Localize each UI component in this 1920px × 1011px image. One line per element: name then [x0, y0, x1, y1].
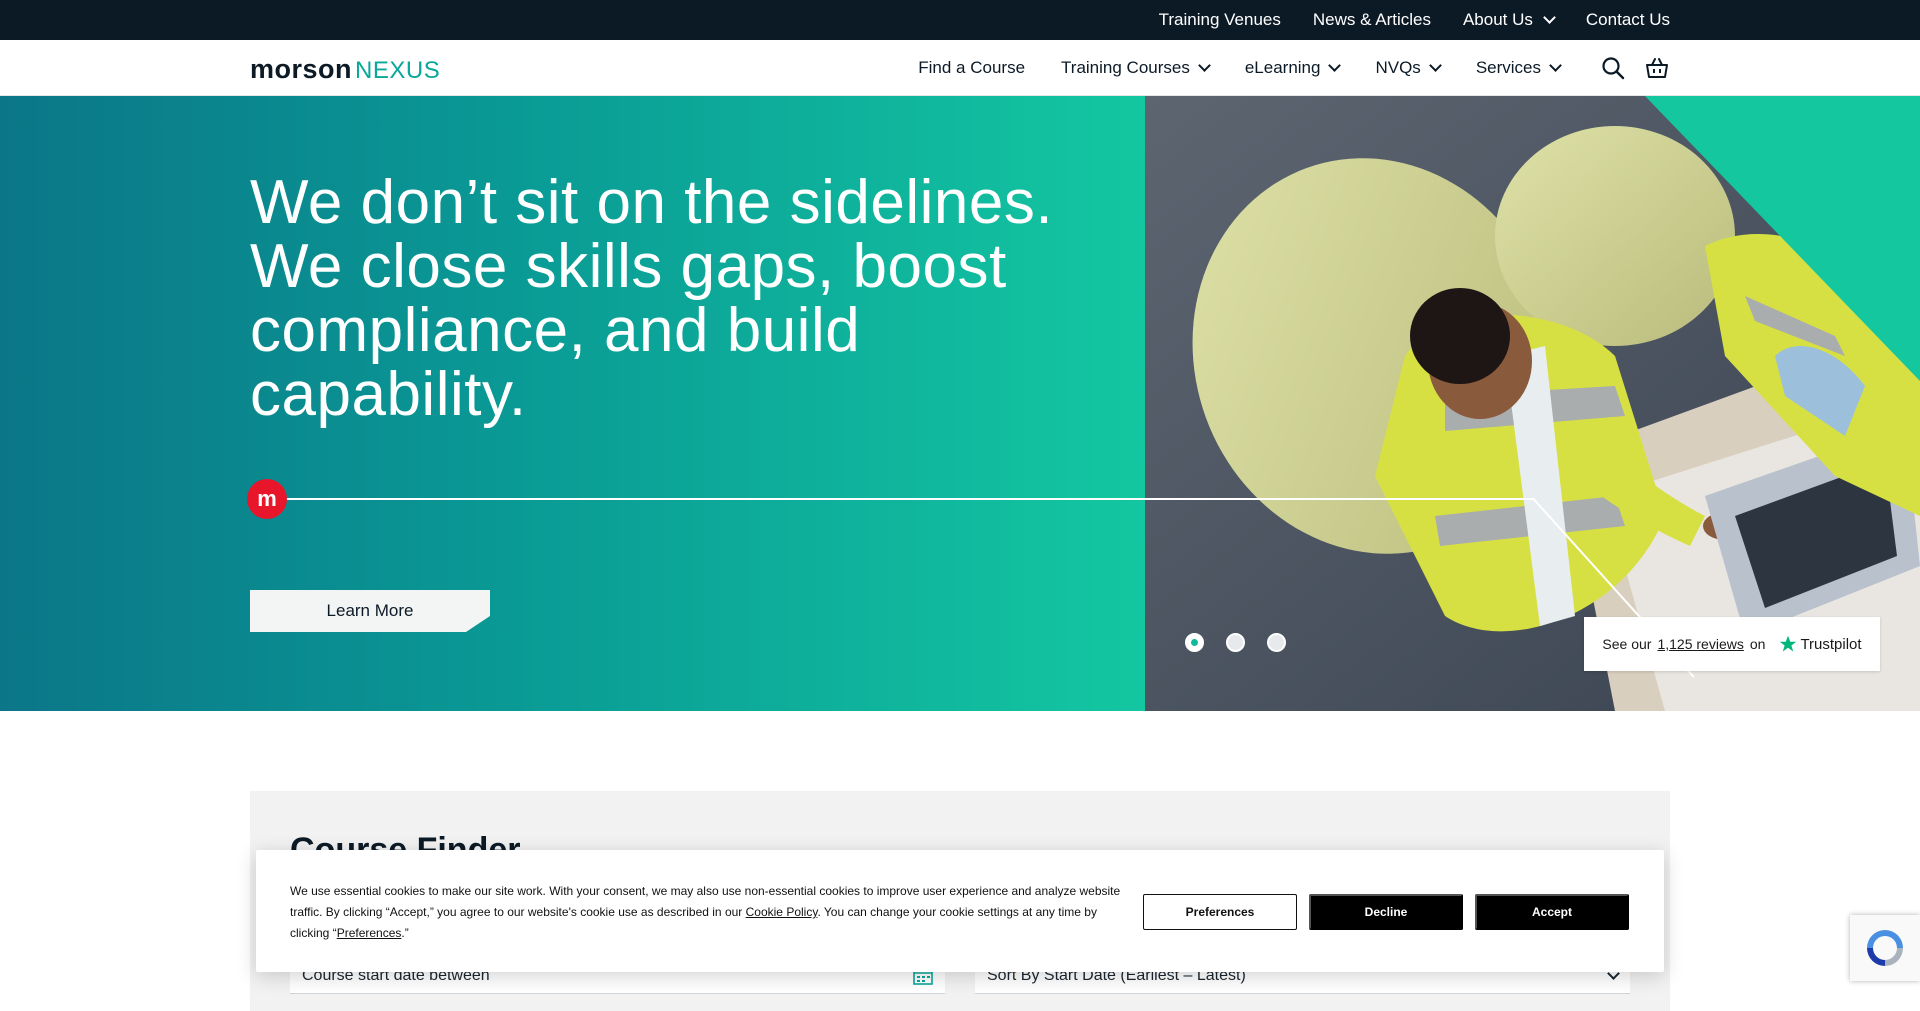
badge-letter: m — [257, 486, 277, 511]
chevron-down-icon — [1328, 59, 1342, 72]
nav-item-label: Services — [1475, 58, 1541, 77]
carousel-dot-3[interactable] — [1267, 633, 1286, 652]
cookie-text: We use essential cookies to make our sit… — [290, 881, 1135, 944]
utility-link-label: News & Articles — [1312, 10, 1431, 29]
nav-item-services[interactable]: Services — [1475, 58, 1562, 78]
logo-nexus: NEXUS — [355, 57, 441, 84]
chevron-down-icon — [1543, 11, 1556, 24]
learn-more-label: Learn More — [326, 601, 414, 620]
carousel-dot-2[interactable] — [1226, 633, 1245, 652]
recaptcha-badge[interactable] — [1850, 915, 1920, 981]
chevron-down-icon — [1549, 59, 1562, 72]
utility-link-news-articles[interactable]: News & Articles — [1313, 10, 1431, 30]
top-utility-bar: Training Venues News & Articles About Us… — [0, 0, 1920, 40]
utility-link-about-us[interactable]: About Us — [1462, 10, 1556, 30]
trustpilot-star-icon — [1780, 635, 1797, 652]
utility-link-label: Training Venues — [1158, 10, 1281, 29]
header-icons — [1600, 55, 1670, 81]
chevron-down-icon — [1197, 59, 1211, 72]
utility-link-training-venues[interactable]: Training Venues — [1159, 10, 1281, 30]
nav-item-label: eLearning — [1244, 58, 1321, 77]
logo-morson: morson — [250, 54, 353, 84]
main-nav: Find a Course Training Courses eLearning… — [918, 40, 1670, 96]
cookie-decline-button[interactable]: Decline — [1309, 894, 1463, 930]
nav-item-find-a-course[interactable]: Find a Course — [918, 58, 1025, 78]
trustpilot-prefix: See our — [1602, 636, 1652, 652]
nav-item-label: NVQs — [1375, 58, 1421, 77]
nav-item-training-courses[interactable]: Training Courses — [1061, 58, 1211, 78]
utility-link-label: About Us — [1462, 10, 1533, 29]
cookie-preferences-button[interactable]: Preferences — [1143, 894, 1297, 930]
utility-link-label: Contact Us — [1585, 10, 1670, 29]
hero-section: We don’t sit on the sidelines. We close … — [0, 96, 1920, 711]
main-header: morson NEXUS Find a Course Training Cour… — [0, 40, 1920, 96]
cookie-text-part: .” — [401, 926, 409, 940]
cookie-banner: We use essential cookies to make our sit… — [256, 850, 1664, 972]
nav-item-label: Training Courses — [1061, 58, 1190, 77]
morson-m-logo-icon: m — [247, 479, 287, 519]
learn-more-button[interactable]: Learn More — [250, 590, 490, 632]
cookie-policy-link[interactable]: Cookie Policy — [746, 905, 818, 919]
basket-icon[interactable] — [1644, 55, 1670, 81]
cookie-accept-button[interactable]: Accept — [1475, 894, 1629, 930]
trustpilot-logo: Trustpilot — [1779, 635, 1862, 653]
nav-item-label: Find a Course — [918, 58, 1026, 77]
trustpilot-review-count[interactable]: 1,125 reviews — [1657, 636, 1743, 652]
recaptcha-icon — [1867, 930, 1903, 966]
hero-headline: We don’t sit on the sidelines. We close … — [250, 168, 1054, 429]
nav-item-elearning[interactable]: eLearning — [1244, 58, 1342, 78]
hero-divider-line — [280, 498, 1535, 500]
carousel-pagination — [1185, 633, 1286, 652]
nav-item-nvqs[interactable]: NVQs — [1375, 58, 1442, 78]
trustpilot-suffix: on — [1749, 636, 1766, 652]
trustpilot-brand: Trustpilot — [1800, 635, 1862, 653]
trustpilot-widget[interactable]: See our 1,125 reviews on Trustpilot — [1584, 617, 1880, 671]
site-logo[interactable]: morson NEXUS — [250, 54, 441, 84]
chevron-down-icon — [1428, 59, 1442, 72]
utility-link-contact-us[interactable]: Contact Us — [1586, 10, 1670, 30]
utility-nav: Training Venues News & Articles About Us… — [1159, 0, 1670, 40]
cookie-preferences-link[interactable]: Preferences — [337, 926, 402, 940]
search-icon[interactable] — [1600, 55, 1626, 81]
carousel-dot-1[interactable] — [1185, 633, 1204, 652]
